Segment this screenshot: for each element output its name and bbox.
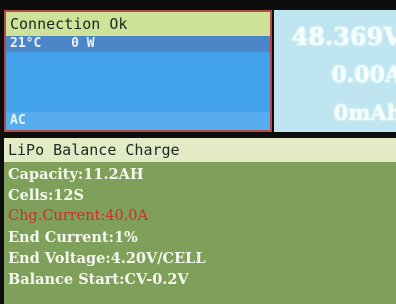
voltage-reading: 48.369V bbox=[291, 22, 396, 51]
power-source: AC bbox=[6, 112, 270, 130]
connection-status: Connection Ok bbox=[6, 12, 270, 36]
param-end-current[interactable]: End Current:1% bbox=[8, 227, 396, 248]
param-list: Capacity:11.2AH Cells:12S Chg.Current:40… bbox=[8, 164, 396, 290]
readings-panel: 48.369V 0.00A 0mAh bbox=[274, 10, 396, 132]
param-balance-start[interactable]: Balance Start:CV-0.2V bbox=[8, 269, 396, 290]
current-reading: 0.00A bbox=[331, 62, 396, 88]
program-panel: LiPo Balance Charge Capacity:11.2AH Cell… bbox=[4, 138, 396, 304]
capacity-reading: 0mAh bbox=[333, 100, 396, 125]
temp-power-row: 21°C 0 W bbox=[6, 36, 270, 52]
status-info-area bbox=[6, 52, 270, 112]
program-title[interactable]: LiPo Balance Charge bbox=[4, 138, 396, 162]
temperature-value: 21°C bbox=[10, 36, 42, 51]
charger-screen: Connection Ok 21°C 0 W AC 48.369V 0.00A … bbox=[0, 0, 396, 304]
param-cells[interactable]: Cells:12S bbox=[8, 185, 396, 206]
power-value: 0 W bbox=[71, 36, 95, 51]
status-panel: Connection Ok 21°C 0 W AC bbox=[4, 10, 272, 132]
param-capacity[interactable]: Capacity:11.2AH bbox=[8, 164, 396, 185]
param-charge-current[interactable]: Chg.Current:40.0A bbox=[8, 206, 396, 227]
param-end-voltage[interactable]: End Voltage:4.20V/CELL bbox=[8, 248, 396, 269]
